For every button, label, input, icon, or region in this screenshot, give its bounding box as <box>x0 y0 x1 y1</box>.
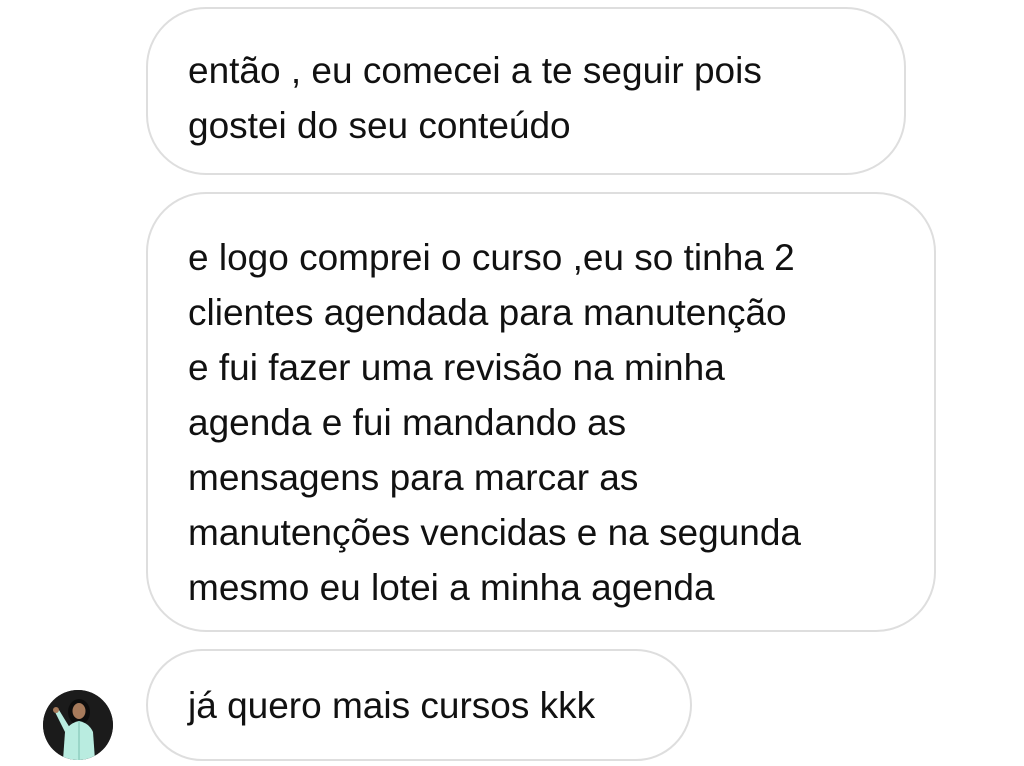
message-text-line: então , eu comecei a te seguir pois <box>188 50 762 91</box>
message-text-line: manutenções vencidas e na segunda <box>188 512 801 553</box>
message-bubble[interactable]: então , eu comecei a te seguir pois gost… <box>146 7 906 175</box>
message-bubble[interactable]: já quero mais cursos kkk <box>146 649 692 761</box>
message-bubble[interactable]: e logo comprei o curso ,eu so tinha 2 cl… <box>146 192 936 632</box>
message-text-line: mensagens para marcar as <box>188 457 639 498</box>
message-text-line: mesmo eu lotei a minha agenda <box>188 567 715 608</box>
message-text-line: clientes agendada para manutenção <box>188 292 787 333</box>
message-text-line: agenda e fui mandando as <box>188 402 627 443</box>
message-text-line: gostei do seu conteúdo <box>188 105 571 146</box>
sender-avatar[interactable] <box>43 690 113 760</box>
profile-photo-avatar-icon <box>43 690 113 760</box>
message-text-line: já quero mais cursos kkk <box>188 685 596 726</box>
message-text-line: e logo comprei o curso ,eu so tinha 2 <box>188 237 795 278</box>
message-text-line: e fui fazer uma revisão na minha <box>188 347 725 388</box>
